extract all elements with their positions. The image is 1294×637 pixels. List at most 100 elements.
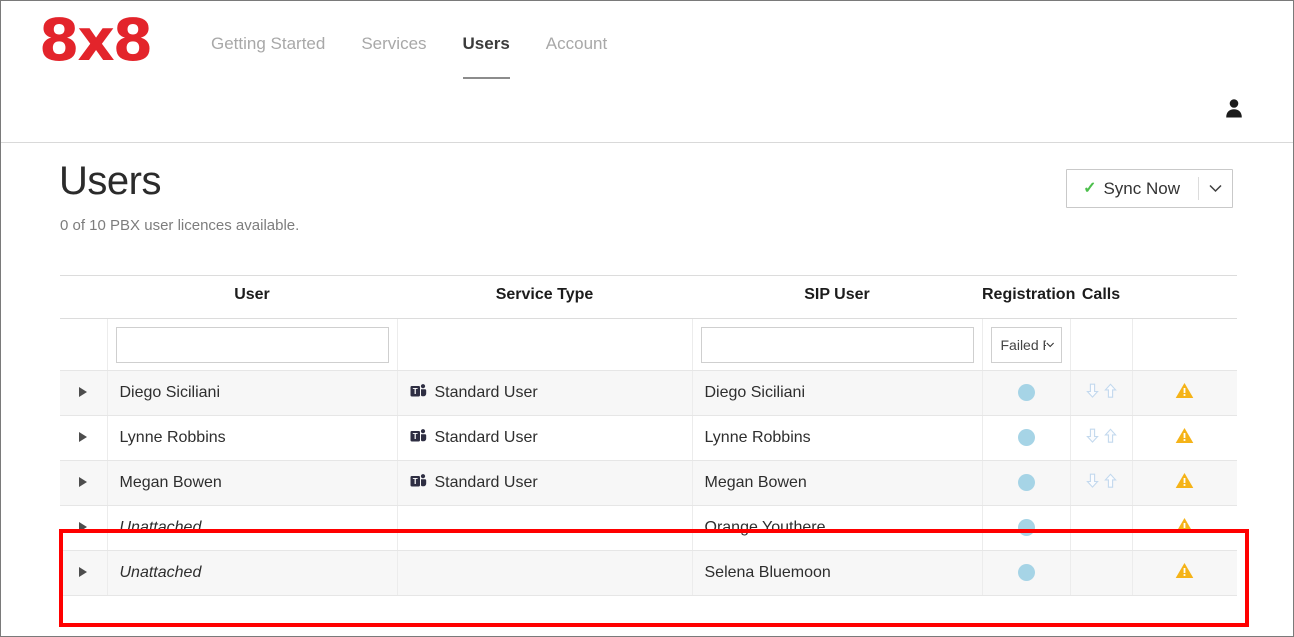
- expand-triangle-icon[interactable]: [79, 567, 88, 577]
- cell-warning: [1132, 415, 1237, 461]
- table-row[interactable]: Lynne Robbins T Standard User Lynne Robb…: [60, 415, 1237, 461]
- call-up-arrow-icon[interactable]: [1103, 382, 1118, 404]
- cell-sip-user: Orange Youthere: [692, 505, 983, 551]
- cell-service-type: [397, 505, 693, 551]
- column-header-calls[interactable]: Calls: [1070, 275, 1132, 319]
- row-expand-cell[interactable]: [60, 505, 108, 551]
- sip-user-filter-input[interactable]: [700, 326, 974, 363]
- cell-sip-user: Megan Bowen: [692, 460, 983, 506]
- cell-registration: [982, 370, 1071, 416]
- users-table-container: User Service Type SIP User Registration …: [60, 275, 1237, 596]
- microsoft-teams-icon: T: [410, 428, 427, 449]
- cell-registration: [982, 505, 1071, 551]
- cell-user: Unattached: [107, 505, 398, 551]
- cell-user: Megan Bowen: [107, 460, 398, 506]
- cell-service-type: T Standard User: [397, 460, 693, 506]
- column-header-user[interactable]: User: [107, 275, 397, 319]
- cell-sip-user: Lynne Robbins: [692, 415, 983, 461]
- registration-status-dot: [1017, 564, 1035, 582]
- page-title: Users: [59, 159, 161, 203]
- warning-triangle-icon[interactable]: [1175, 383, 1194, 403]
- service-type-label: Standard User: [434, 429, 538, 446]
- cell-user: Diego Siciliani: [107, 370, 398, 416]
- top-navigation-bar: 8x8 Getting Started Services Users Accou…: [1, 1, 1293, 143]
- expand-triangle-icon[interactable]: [79, 477, 88, 487]
- table-row[interactable]: Diego Siciliani T Standard User Diego Si…: [60, 370, 1237, 416]
- cell-user: Unattached: [107, 550, 398, 596]
- call-down-arrow-icon[interactable]: [1085, 473, 1100, 494]
- warning-triangle-icon[interactable]: [1175, 518, 1194, 538]
- cell-calls: [1070, 505, 1133, 551]
- microsoft-teams-icon: T: [410, 383, 427, 404]
- sync-now-label: Sync Now: [1103, 178, 1180, 198]
- call-up-arrow-icon[interactable]: [1103, 427, 1118, 449]
- main-nav-links: Getting Started Services Users Account: [211, 31, 607, 79]
- row-expand-cell[interactable]: [60, 550, 108, 596]
- row-expand-cell[interactable]: [60, 460, 108, 506]
- filter-cell-expand: [60, 318, 108, 371]
- warning-triangle-icon[interactable]: [1175, 563, 1194, 583]
- column-header-sip-user[interactable]: SIP User: [692, 275, 982, 319]
- registration-status-dot: [1017, 474, 1035, 492]
- user-filter-input[interactable]: [115, 326, 389, 363]
- cell-calls: [1070, 415, 1133, 461]
- svg-text:T: T: [412, 477, 417, 486]
- cell-warning: [1132, 370, 1237, 416]
- call-up-arrow-icon[interactable]: [1103, 472, 1118, 494]
- user-account-icon[interactable]: [1225, 98, 1243, 118]
- table-row[interactable]: Unattached Selena Bluemoon: [60, 550, 1237, 596]
- registration-filter-value: Failed Re: [1000, 336, 1047, 353]
- expand-triangle-icon[interactable]: [79, 387, 88, 397]
- warning-triangle-icon[interactable]: [1175, 473, 1194, 493]
- nav-item-getting-started[interactable]: Getting Started: [211, 31, 343, 57]
- check-icon: ✓: [1083, 179, 1097, 197]
- table-row[interactable]: Megan Bowen T Standard User Megan Bowen: [60, 460, 1237, 506]
- nav-item-account[interactable]: Account: [546, 31, 607, 57]
- column-header-warning: [1132, 275, 1237, 319]
- column-header-registration[interactable]: Registration: [982, 275, 1075, 319]
- cell-service-type: [397, 550, 693, 596]
- cell-registration: [982, 550, 1071, 596]
- cell-warning: [1132, 505, 1237, 551]
- cell-warning: [1132, 460, 1237, 506]
- table-header-row: User Service Type SIP User Registration …: [60, 275, 1237, 319]
- service-type-label: Standard User: [434, 384, 538, 401]
- nav-item-services[interactable]: Services: [361, 31, 444, 57]
- row-expand-cell[interactable]: [60, 370, 108, 416]
- users-table: User Service Type SIP User Registration …: [60, 275, 1237, 596]
- cell-registration: [982, 460, 1071, 506]
- call-down-arrow-icon[interactable]: [1085, 428, 1100, 449]
- chevron-down-icon: [1046, 342, 1055, 347]
- service-type-label: Standard User: [434, 474, 538, 491]
- sync-now-button-group[interactable]: ✓ Sync Now: [1066, 169, 1233, 208]
- licence-availability-text: 0 of 10 PBX user licences available.: [60, 217, 300, 234]
- cell-calls: [1070, 550, 1133, 596]
- microsoft-teams-icon: T: [410, 473, 427, 494]
- registration-filter-select[interactable]: Failed Re: [990, 326, 1062, 363]
- expand-triangle-icon[interactable]: [79, 522, 88, 532]
- svg-text:T: T: [412, 387, 417, 396]
- cell-sip-user: Selena Bluemoon: [692, 550, 983, 596]
- nav-item-users[interactable]: Users: [462, 31, 528, 79]
- sync-now-button[interactable]: ✓ Sync Now: [1067, 170, 1198, 207]
- expand-triangle-icon[interactable]: [79, 432, 88, 442]
- table-filter-row: Failed Re: [60, 318, 1237, 371]
- row-expand-cell[interactable]: [60, 415, 108, 461]
- application-window: 8x8 Getting Started Services Users Accou…: [0, 0, 1294, 637]
- column-header-expand: [60, 275, 107, 319]
- call-down-arrow-icon[interactable]: [1085, 383, 1100, 404]
- svg-text:T: T: [412, 432, 417, 441]
- filter-cell-warning: [1132, 318, 1237, 371]
- filter-cell-user: [107, 318, 398, 371]
- cell-warning: [1132, 550, 1237, 596]
- warning-triangle-icon[interactable]: [1175, 428, 1194, 448]
- cell-user: Lynne Robbins: [107, 415, 398, 461]
- table-row[interactable]: Unattached Orange Youthere: [60, 505, 1237, 551]
- sync-options-chevron-down-icon[interactable]: [1199, 170, 1232, 207]
- unattached-user-label: Unattached: [119, 564, 202, 581]
- filter-cell-sip-user: [692, 318, 983, 371]
- column-header-service-type[interactable]: Service Type: [397, 275, 692, 319]
- filter-cell-service-type: [397, 318, 693, 371]
- cell-registration: [982, 415, 1071, 461]
- cell-calls: [1070, 370, 1133, 416]
